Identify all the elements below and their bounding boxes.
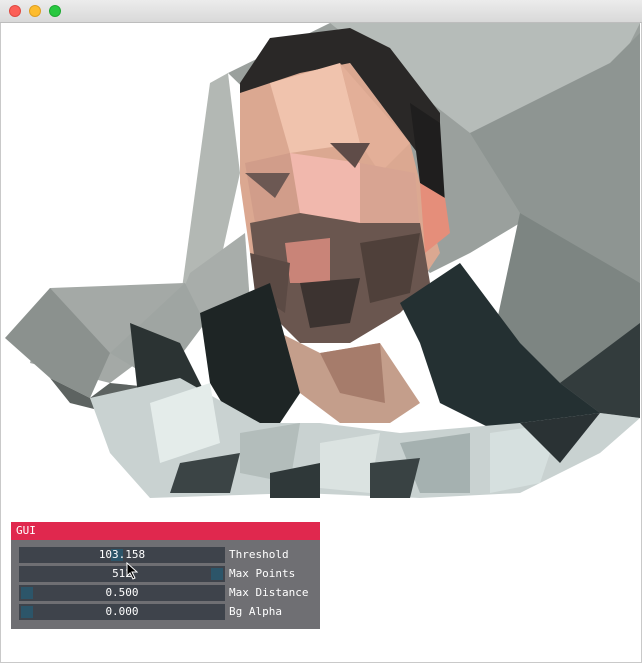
threshold-label: Threshold [229, 548, 289, 561]
threshold-slider-row: 103.158 Threshold [19, 547, 320, 563]
gui-header[interactable]: GUI [11, 522, 320, 540]
minimize-button[interactable] [29, 5, 41, 17]
title-bar [0, 0, 642, 23]
arrow-cursor-icon [126, 562, 138, 580]
threshold-value: 103.158 [98, 548, 146, 561]
maximize-button[interactable] [49, 5, 61, 17]
face-shard [290, 153, 360, 223]
app-window: GUI 103.158 Threshold 512 Max Points 0.5… [0, 0, 642, 663]
max-distance-slider[interactable]: 0.500 [19, 585, 225, 601]
max-distance-label: Max Distance [229, 586, 309, 599]
threshold-slider[interactable]: 103.158 [19, 547, 225, 563]
max-points-slider[interactable]: 512 [19, 566, 225, 582]
close-button[interactable] [9, 5, 21, 17]
max-distance-slider-row: 0.500 Max Distance [19, 585, 320, 601]
max-points-value: 512 [112, 567, 132, 580]
max-points-slider-row: 512 Max Points [19, 566, 320, 582]
gui-panel: GUI 103.158 Threshold 512 Max Points 0.5… [11, 522, 320, 629]
bg-alpha-value: 0.000 [105, 605, 139, 618]
bg-alpha-slider[interactable]: 0.000 [19, 604, 225, 620]
max-points-label: Max Points [229, 567, 296, 580]
face-shard [360, 163, 420, 233]
bg-alpha-slider-row: 0.000 Bg Alpha [19, 604, 320, 620]
beard-shard [285, 238, 330, 283]
bg-alpha-label: Bg Alpha [229, 605, 282, 618]
max-distance-value: 0.500 [105, 586, 139, 599]
